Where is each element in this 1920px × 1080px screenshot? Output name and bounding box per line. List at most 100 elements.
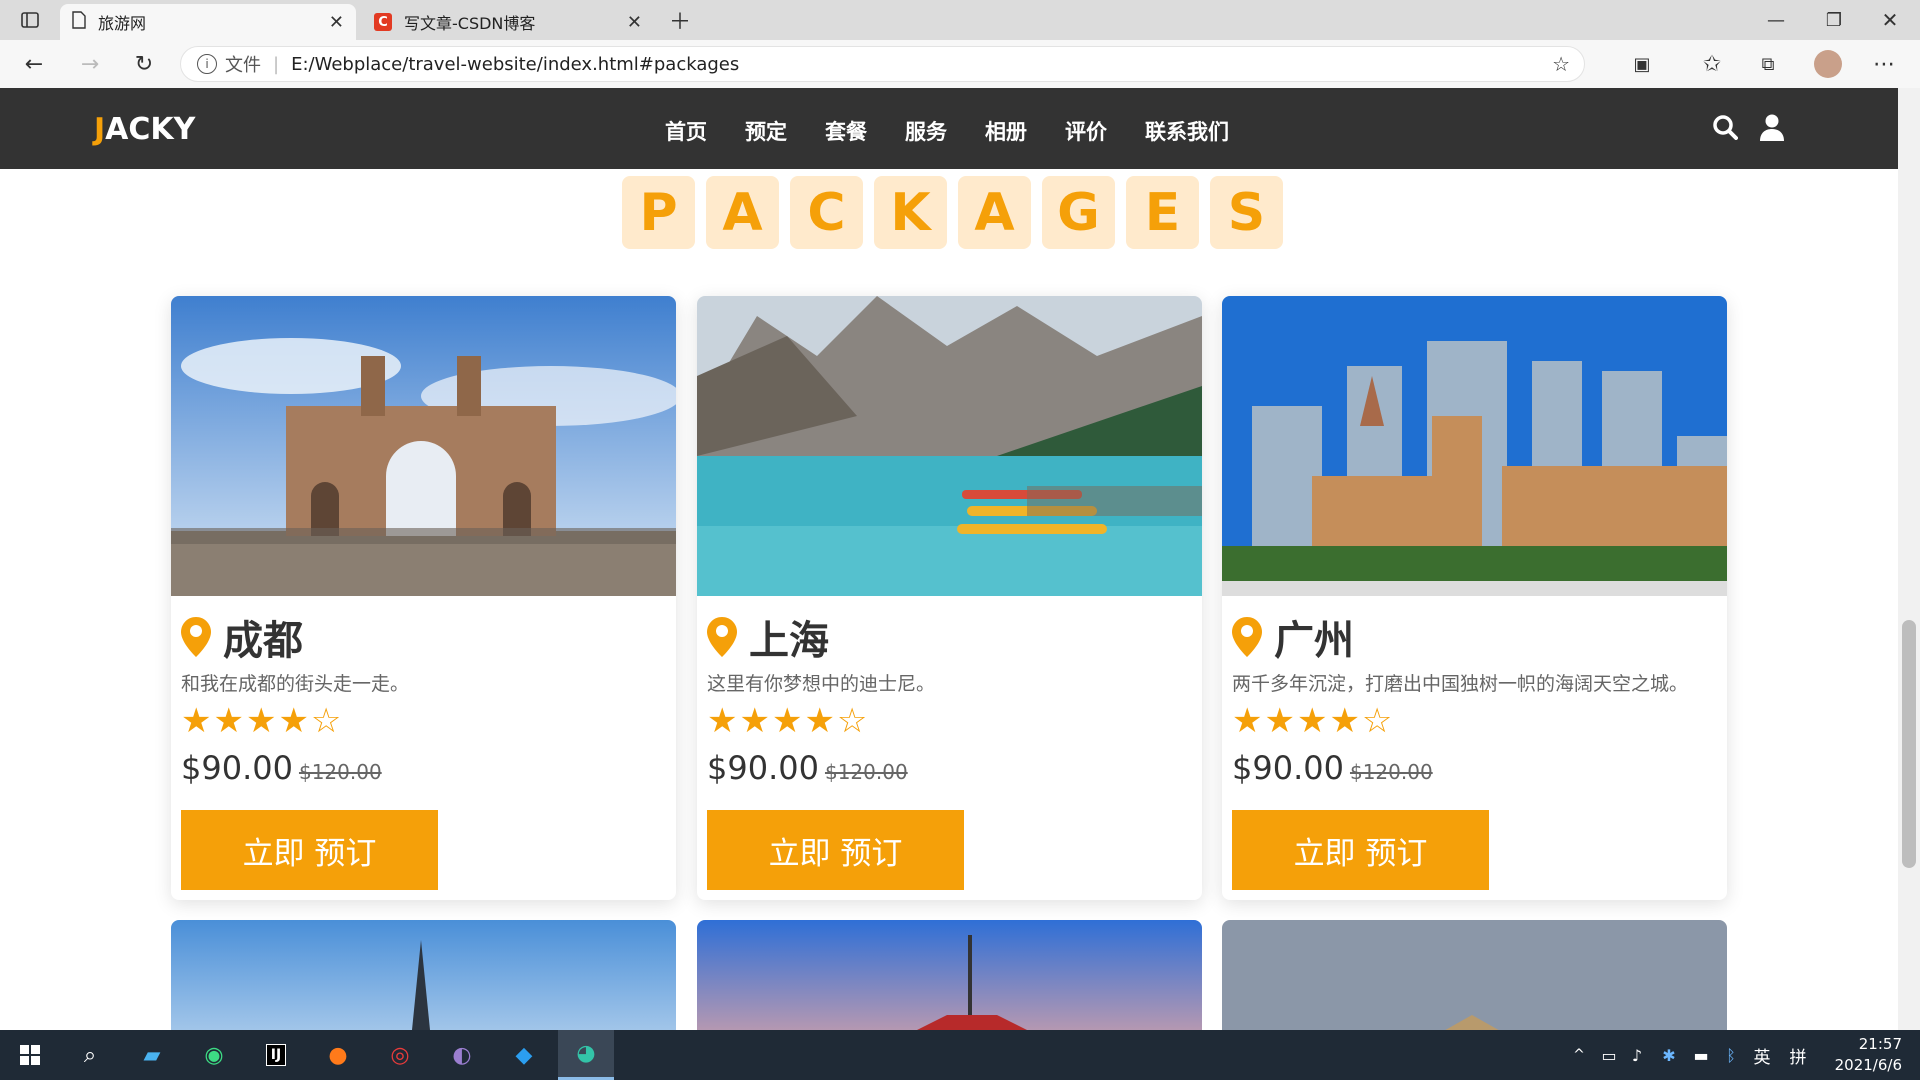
tab-actions-icon[interactable] [10,0,50,40]
eclipse-icon[interactable]: ◐ [434,1030,490,1080]
clock-time: 21:57 [1858,1035,1902,1053]
firefox-icon[interactable]: ● [310,1030,366,1080]
package-description: 和我在成都的街头走一走。 [181,673,410,695]
profile-avatar[interactable] [1814,50,1842,78]
user-icon[interactable] [1760,113,1784,145]
search-icon[interactable]: ⌕ [62,1030,118,1080]
package-description: 两千多年沉淀，打磨出中国独树一帜的海阔天空之城。 [1232,673,1689,695]
collections-icon[interactable]: ⧉ [1748,44,1788,84]
tray-expand-icon[interactable]: ^ [1566,1030,1592,1080]
site-header: JACKY 首页 预定 套餐 服务 相册 评价 联系我们 [0,88,1898,169]
network-icon[interactable]: ▭ [1596,1030,1622,1080]
edge-icon[interactable]: ◕ [558,1030,614,1080]
nav-gallery[interactable]: 相册 [985,116,1027,146]
package-image-gateway [171,296,676,596]
package-card: 成都 和我在成都的街头走一走。 ★★★★☆ $90.00 $120.00 立即 预… [171,296,676,900]
battery-icon[interactable]: ▬ [1688,1030,1714,1080]
url-text[interactable]: E:/Webplace/travel-website/index.html#pa… [291,54,739,75]
city-name: 广州 [1274,618,1354,664]
nav-home[interactable]: 首页 [665,116,707,146]
book-now-button[interactable]: 立即 预订 [707,810,964,890]
address-bar[interactable]: i 文件 | E:/Webplace/travel-website/index.… [180,46,1585,82]
main-nav: 首页 预定 套餐 服务 相册 评价 联系我们 [665,116,1267,146]
add-favorite-icon[interactable]: ☆ [1552,52,1570,76]
extension-icon[interactable]: ▣ [1622,44,1662,84]
window-close-icon[interactable]: ✕ [1870,0,1910,40]
nav-packages[interactable]: 套餐 [825,116,867,146]
search-icon[interactable] [1712,114,1738,144]
page-scrollbar[interactable] [1898,88,1920,1030]
bluetooth-icon[interactable]: ᛒ [1718,1030,1744,1080]
city-name: 上海 [749,618,829,664]
book-now-button[interactable]: 立即 预订 [181,810,438,890]
nav-services[interactable]: 服务 [905,116,947,146]
browser-tab-strip: 旅游网 ✕ C 写文章-CSDN博客 ✕ ＋ — ❐ ✕ [0,0,1920,40]
netease-music-icon[interactable]: ◎ [372,1030,428,1080]
city-name: 成都 [223,618,303,664]
package-card: 上海 这里有你梦想中的迪士尼。 ★★★★☆ $90.00 $120.00 立即 预… [697,296,1202,900]
clock-date: 2021/6/6 [1834,1056,1902,1074]
info-icon[interactable]: i [197,54,217,74]
heading-letter: A [958,176,1031,249]
close-tab-icon[interactable]: ✕ [329,12,344,33]
heading-letter: G [1042,176,1115,249]
app-tray-icon[interactable]: ✱ [1656,1030,1682,1080]
heading-letter: C [790,176,863,249]
rating-stars: ★★★★☆ [707,701,870,741]
favorites-icon[interactable]: ✩ [1692,44,1732,84]
package-price: $90.00 $120.00 [181,749,382,787]
nav-reviews[interactable]: 评价 [1065,116,1107,146]
tab-travel[interactable]: 旅游网 ✕ [60,4,356,40]
map-marker-icon [707,617,737,657]
old-price: $120.00 [824,760,908,784]
tab-csdn[interactable]: C 写文章-CSDN博客 ✕ [362,4,654,40]
rating-stars: ★★★★☆ [181,701,344,741]
new-tab-icon[interactable]: ＋ [660,0,700,40]
app-icon[interactable]: ▰ [124,1030,180,1080]
android-studio-icon[interactable]: ◉ [186,1030,242,1080]
section-heading: P A C K A G E S [622,176,1283,249]
heading-letter: P [622,176,695,249]
nav-book[interactable]: 预定 [745,116,787,146]
refresh-icon[interactable]: ↻ [124,44,164,84]
taskbar-clock[interactable]: 21:57 2021/6/6 [1835,1034,1902,1076]
heading-letter: S [1210,176,1283,249]
page-icon [72,11,86,33]
rating-stars: ★★★★☆ [1232,701,1395,741]
package-description: 这里有你梦想中的迪士尼。 [707,673,936,695]
restore-icon[interactable]: ❐ [1814,0,1854,40]
tab-title: 旅游网 [98,14,147,33]
close-tab-icon[interactable]: ✕ [627,12,642,33]
heading-letter: A [706,176,779,249]
package-price: $90.00 $120.00 [707,749,908,787]
book-now-button[interactable]: 立即 预订 [1232,810,1489,890]
browser-toolbar: ← → ↻ i 文件 | E:/Webplace/travel-website/… [0,40,1920,89]
ime-language[interactable]: 英 [1748,1030,1776,1080]
package-price: $90.00 $120.00 [1232,749,1433,787]
volume-icon[interactable]: ♪ [1624,1030,1650,1080]
intellij-icon[interactable]: IJ [248,1030,304,1080]
heading-letter: E [1126,176,1199,249]
file-label: 文件 [225,55,261,76]
old-price: $120.00 [1349,760,1433,784]
ime-mode[interactable]: 拼 [1784,1030,1812,1080]
package-card: 广州 两千多年沉淀，打磨出中国独树一帜的海阔天空之城。 ★★★★☆ $90.00… [1222,296,1727,900]
map-marker-icon [181,617,211,657]
windows-start-icon[interactable] [2,1030,58,1080]
csdn-icon: C [374,13,392,31]
back-icon[interactable]: ← [14,44,54,84]
scrollbar-thumb[interactable] [1902,620,1916,868]
minimize-icon[interactable]: — [1756,0,1796,40]
tab-title: 写文章-CSDN博客 [404,14,536,33]
site-logo[interactable]: JACKY [94,112,195,147]
forward-icon[interactable]: → [70,44,110,84]
nav-contact[interactable]: 联系我们 [1145,116,1229,146]
heading-letter: K [874,176,947,249]
package-image-city [1222,296,1727,596]
vscode-icon[interactable]: ◆ [496,1030,552,1080]
package-image-lake [697,296,1202,596]
more-menu-icon[interactable]: ⋯ [1864,44,1904,84]
old-price: $120.00 [298,760,382,784]
windows-taskbar: ⌕ ▰ ◉ IJ ● ◎ ◐ ◆ ◕ ^ ▭ ♪ ✱ ▬ ᛒ 英 拼 21:57… [0,1030,1920,1080]
map-marker-icon [1232,617,1262,657]
